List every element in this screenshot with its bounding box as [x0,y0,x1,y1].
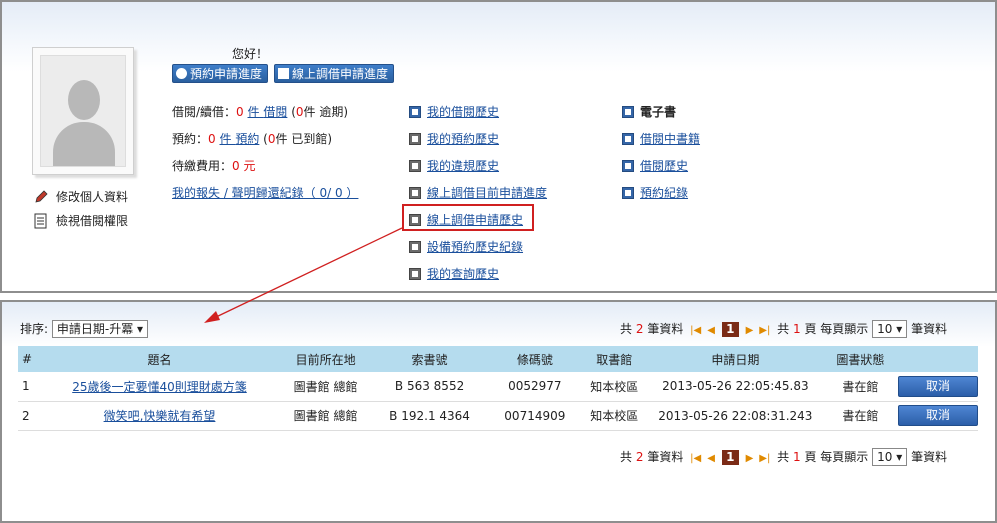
annotation-arrow [204,227,403,323]
current-page[interactable]: 1 [721,322,739,337]
next-page-icon[interactable]: ▶ [746,453,754,464]
pagination-top: 共 2 筆資料 |◀ ◀ 1 ▶ ▶| 共 1 頁 每頁顯示 10 ▾ 筆資料 [620,320,948,338]
title-link[interactable]: 25歲後一定要懂40則理財處方箋 [72,380,247,394]
per-page-select[interactable]: 10 ▾ [872,320,908,338]
cancel-button[interactable]: 取消 [898,375,978,397]
sort-select[interactable]: 申請日期-升冪 ▾ [51,320,149,338]
application-table: # 題名 目前所在地 索書號 條碼號 取書館 申請日期 圖書狀態 1 25歲後一… [18,346,978,431]
table-row: 2 微笑吧,快樂就有希望 圖書館 總館 B 192.1 4364 0071490… [18,401,978,431]
last-page-icon[interactable]: ▶| [759,453,770,464]
next-page-icon[interactable]: ▶ [746,325,754,336]
per-page-select[interactable]: 10 ▾ [872,448,908,466]
current-page[interactable]: 1 [721,450,739,465]
last-page-icon[interactable]: ▶| [759,325,770,336]
table-header: # 題名 目前所在地 索書號 條碼號 取書館 申請日期 圖書狀態 [18,346,978,372]
cancel-button[interactable]: 取消 [898,405,978,426]
table-row: 1 25歲後一定要懂40則理財處方箋 圖書館 總館 B 563 8552 005… [18,372,978,402]
title-link[interactable]: 微笑吧,快樂就有希望 [104,409,216,423]
first-page-icon[interactable]: |◀ [690,453,701,464]
sort-control: 排序: 申請日期-升冪 ▾ [20,320,149,338]
first-page-icon[interactable]: |◀ [690,325,701,336]
pagination-bottom: 共 2 筆資料 |◀ ◀ 1 ▶ ▶| 共 1 頁 每頁顯示 10 ▾ 筆資料 [620,448,948,466]
prev-page-icon[interactable]: ◀ [707,453,715,464]
prev-page-icon[interactable]: ◀ [707,325,715,336]
